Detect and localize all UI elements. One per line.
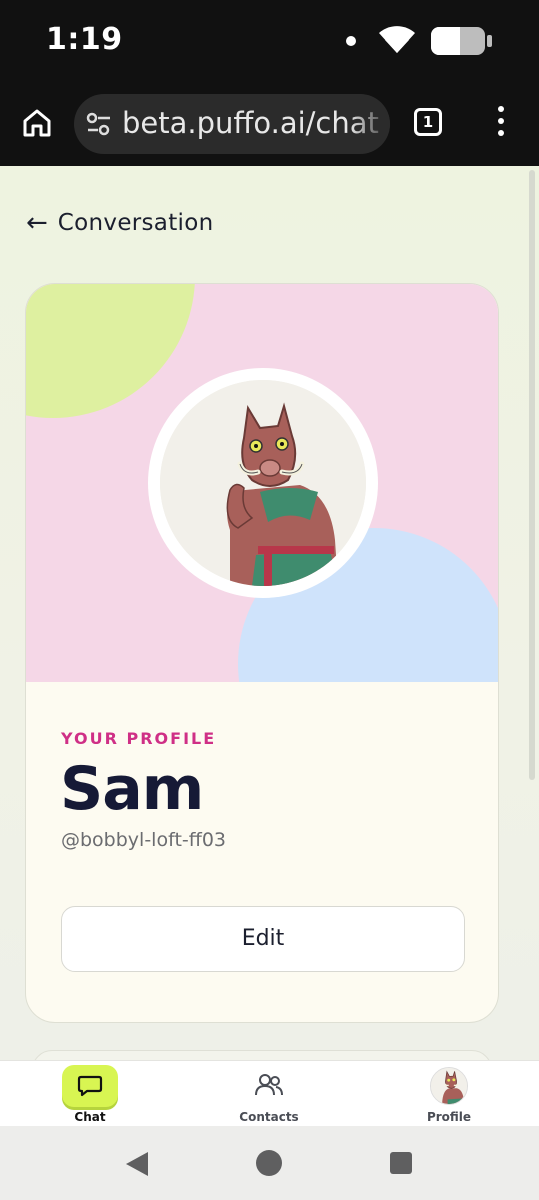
site-settings-icon[interactable] (86, 112, 112, 136)
nav-label-profile: Profile (426, 1110, 472, 1124)
scrollbar[interactable] (529, 170, 535, 780)
battery-icon (431, 27, 492, 55)
wifi-icon (379, 26, 415, 53)
profile-eyebrow-label: YOUR PROFILE (61, 729, 217, 748)
overflow-menu-icon[interactable] (494, 106, 508, 140)
nav-item-profile[interactable]: Profile (389, 1061, 509, 1127)
profile-banner (26, 284, 498, 682)
home-button-icon[interactable] (256, 1150, 282, 1176)
contacts-icon (255, 1074, 283, 1096)
nav-item-chat[interactable]: Chat (30, 1061, 150, 1127)
tab-switcher-icon[interactable]: 1 (414, 108, 442, 136)
page-content: ← Conversation YOUR PROFILE Sam @bobbyl-… (0, 166, 539, 1060)
back-icon[interactable] (124, 1150, 150, 1178)
url-text: beta.puffo.ai/chat (122, 106, 379, 140)
profile-card: YOUR PROFILE Sam @bobbyl-loft-ff03 Edit (25, 283, 499, 1023)
bottom-navigation: Chat Contacts Profile (0, 1060, 539, 1126)
home-icon[interactable] (22, 108, 52, 138)
profile-avatar (148, 368, 378, 598)
edit-profile-button[interactable]: Edit (61, 906, 465, 972)
next-card-preview (32, 1050, 492, 1060)
back-link-label: Conversation (57, 210, 214, 236)
status-bar: 1:19 (0, 0, 539, 84)
decorative-circle-green (26, 284, 195, 418)
avatar (430, 1067, 468, 1105)
arrow-left-icon: ← (26, 208, 48, 238)
chat-bubble-icon (77, 1075, 103, 1097)
profile-name: Sam (60, 754, 204, 824)
system-navigation-bar (0, 1126, 539, 1200)
nav-label-contacts: Contacts (239, 1110, 299, 1124)
address-bar[interactable]: beta.puffo.ai/chat (74, 94, 390, 154)
browser-toolbar: beta.puffo.ai/chat 1 (0, 84, 539, 166)
recent-apps-icon[interactable] (390, 1152, 412, 1174)
nav-item-contacts[interactable]: Contacts (209, 1061, 329, 1127)
notification-dot-icon (346, 36, 356, 46)
nav-label-chat: Chat (74, 1110, 106, 1124)
back-to-conversation-link[interactable]: ← Conversation (26, 210, 213, 236)
active-tab-indicator (62, 1065, 118, 1107)
boar-character-illustration (160, 380, 366, 586)
status-time: 1:19 (46, 22, 123, 57)
profile-handle: @bobbyl-loft-ff03 (61, 829, 227, 851)
